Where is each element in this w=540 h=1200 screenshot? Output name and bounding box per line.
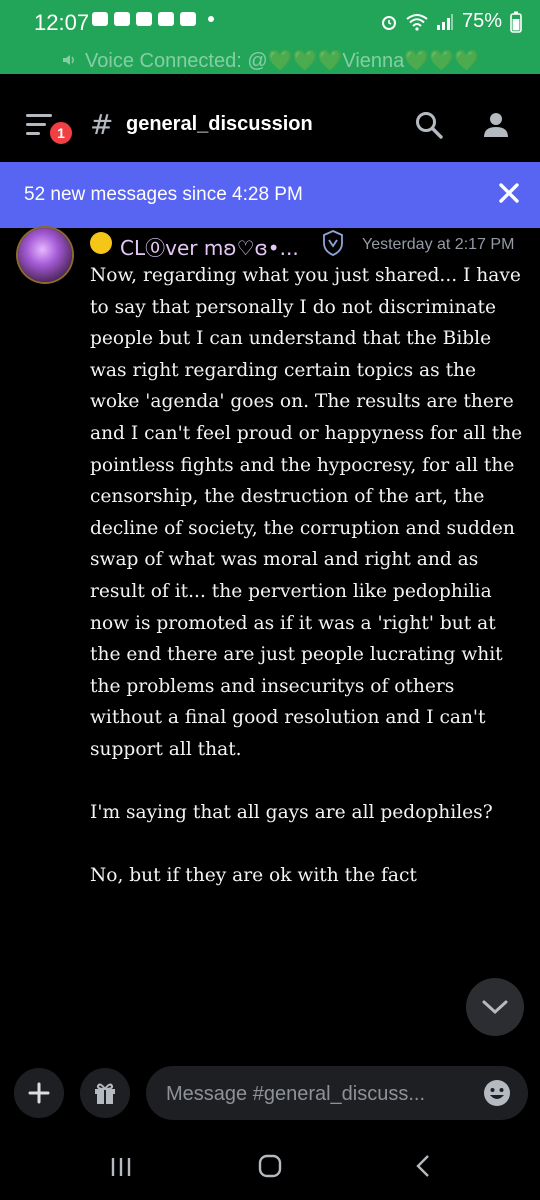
gift-icon (95, 1083, 115, 1104)
notification-icons (92, 12, 214, 26)
status-bar: 12:07 75% (0, 0, 540, 44)
channel-header: 1 # general_discussion (0, 88, 540, 160)
recent-apps-icon[interactable] (110, 1156, 132, 1178)
battery-icon (510, 11, 522, 33)
wifi-call-icon (180, 12, 196, 26)
gift-button[interactable] (80, 1068, 130, 1118)
message-input[interactable] (164, 1066, 468, 1122)
author-name[interactable]: CL⓪ver mʚ♡ɞ•... (120, 232, 299, 261)
voice-connected-text: Voice Connected: @💚💚💚Vienna💚💚💚 (85, 49, 479, 72)
message-header: CL⓪ver mʚ♡ɞ•... Yesterday at 2:17 PM (90, 228, 530, 260)
avatar[interactable] (18, 228, 72, 282)
channel-hash-icon: # (90, 108, 114, 141)
signal-icon (436, 13, 453, 30)
youtube-notification-icon (136, 12, 152, 26)
message-content: Now, regarding what you just shared... I… (90, 260, 526, 923)
battery-percent: 75% (461, 10, 502, 32)
home-icon[interactable] (258, 1154, 282, 1178)
status-and-voice-area: 12:07 75% Voice Connected: @💚💚💚Vienna💚💚💚 (0, 0, 540, 74)
wifi-icon (406, 13, 428, 31)
guild-badge-icon (323, 230, 343, 256)
system-icons: 75% (380, 10, 522, 33)
youtube-notification-icon (158, 12, 174, 26)
emoji-icon[interactable] (482, 1078, 512, 1108)
search-icon[interactable] (414, 110, 444, 140)
message-paragraph: I'm saying that all gays are all pedophi… (90, 802, 493, 824)
message-paragraph: No, but if they are ok with the fact (90, 865, 417, 887)
members-icon[interactable] (480, 110, 512, 140)
plus-icon (28, 1082, 50, 1104)
alarm-icon (381, 15, 396, 30)
more-dot-icon (208, 16, 214, 22)
scroll-to-bottom-button[interactable] (466, 978, 524, 1036)
speaker-icon (63, 55, 75, 65)
message-paragraph: Now, regarding what you just shared... I… (90, 265, 523, 760)
message-composer (0, 1048, 540, 1144)
new-messages-text: 52 new messages since 4:28 PM (24, 184, 303, 205)
back-icon[interactable] (412, 1154, 436, 1178)
channel-name[interactable]: general_discussion (126, 113, 313, 136)
new-messages-bar[interactable]: 52 new messages since 4:28 PM (0, 162, 540, 228)
message-input-container (146, 1066, 528, 1122)
notification-badge: 1 (48, 120, 74, 146)
add-attachment-button[interactable] (14, 1068, 64, 1118)
message-timestamp: Yesterday at 2:17 PM (362, 236, 515, 253)
yellow-circle-icon (90, 232, 112, 254)
status-time: 12:07 (34, 10, 90, 35)
chevron-down-icon (482, 1000, 508, 1015)
close-icon[interactable] (498, 182, 520, 204)
system-navigation-bar (0, 1144, 540, 1200)
voice-connected-banner[interactable]: Voice Connected: @💚💚💚Vienna💚💚💚 (0, 46, 540, 74)
youtube-notification-icon (114, 12, 130, 26)
discord-notification-icon (92, 12, 108, 26)
